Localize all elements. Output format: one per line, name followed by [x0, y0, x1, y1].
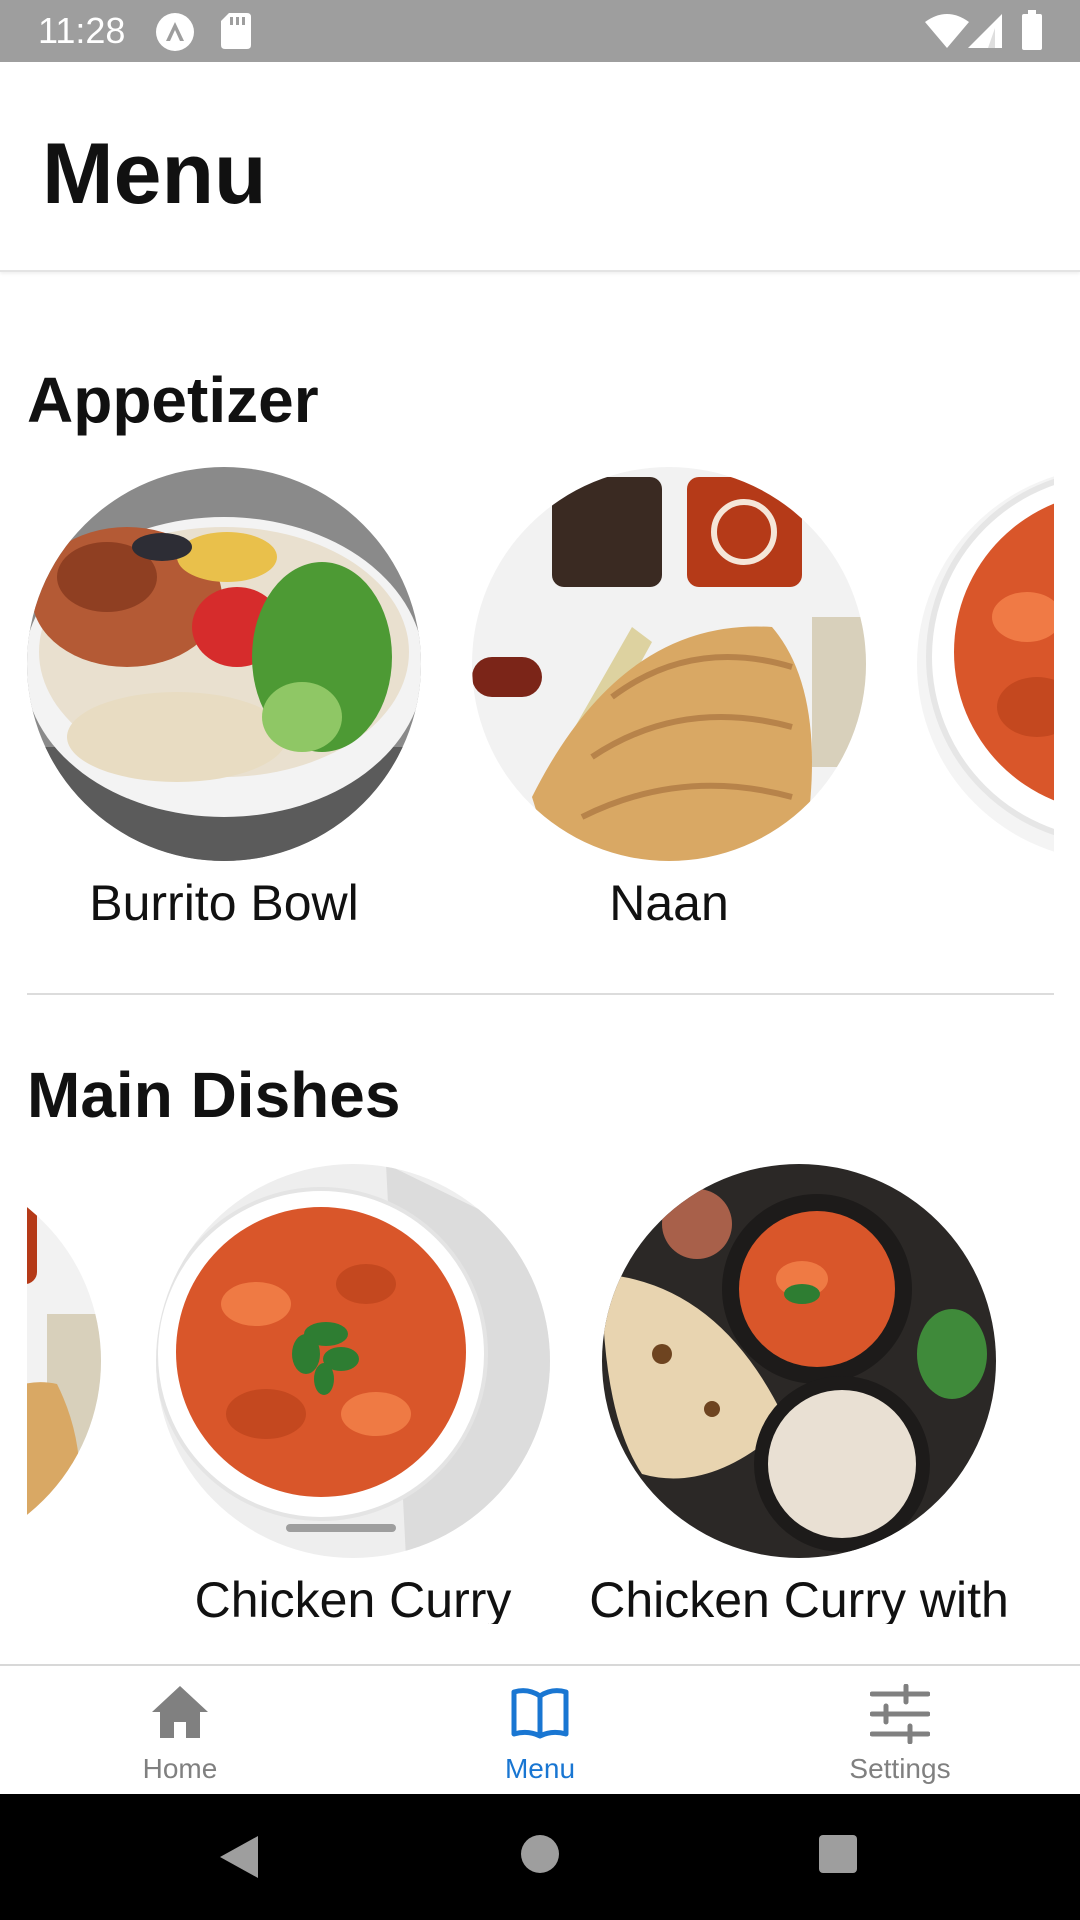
- home-button[interactable]: [520, 1834, 560, 1879]
- menu-item-label: Chicken Curry: [194, 1572, 512, 1624]
- app-bar: Menu: [0, 62, 1080, 272]
- nav-label-settings: Settings: [849, 1753, 951, 1784]
- sd-card-icon: [221, 13, 251, 54]
- status-time: 11:28: [38, 10, 126, 51]
- appetizer-carousel[interactable]: Burrito Bowl Naan: [27, 467, 1054, 927]
- section-divider: [27, 993, 1054, 995]
- book-icon: [510, 1684, 570, 1745]
- menu-item-label: Chicken Curry with: [589, 1572, 1009, 1624]
- burrito-bowl-photo[interactable]: [27, 467, 421, 861]
- a11y-badge-icon: [155, 12, 195, 57]
- system-navigation-bar: [0, 1794, 1080, 1920]
- chicken-curry-photo[interactable]: [156, 1164, 550, 1558]
- bottom-navigation: Home Menu Settings: [0, 1664, 1080, 1794]
- naan-photo[interactable]: [472, 467, 866, 861]
- battery-icon: [1022, 10, 1042, 55]
- nav-item-home[interactable]: Home: [60, 1666, 300, 1796]
- section-title-main-dishes: Main Dishes: [27, 1059, 401, 1131]
- recents-button[interactable]: [818, 1834, 858, 1879]
- cell-signal-icon: [968, 14, 1002, 53]
- nav-item-settings[interactable]: Settings: [780, 1666, 1020, 1796]
- nav-label-menu: Menu: [504, 1753, 576, 1784]
- chicken-curry-naan-rice-photo[interactable]: [602, 1164, 996, 1558]
- main-dishes-carousel[interactable]: Chicken Curry Chicken Curry with: [27, 1164, 1054, 1624]
- home-icon: [150, 1684, 210, 1745]
- naan-photo-partial[interactable]: [27, 1164, 101, 1558]
- menu-item-label: Naan: [609, 875, 729, 927]
- nav-label-home: Home: [142, 1753, 218, 1784]
- curry-photo-partial[interactable]: [917, 467, 1054, 861]
- nav-item-menu[interactable]: Menu: [420, 1666, 660, 1796]
- wifi-icon: [925, 14, 969, 53]
- status-bar: 11:28: [0, 0, 1080, 62]
- sliders-icon: [869, 1683, 931, 1749]
- section-title-appetizer: Appetizer: [27, 364, 319, 436]
- page-title: Menu: [42, 126, 267, 222]
- back-button[interactable]: [218, 1834, 260, 1885]
